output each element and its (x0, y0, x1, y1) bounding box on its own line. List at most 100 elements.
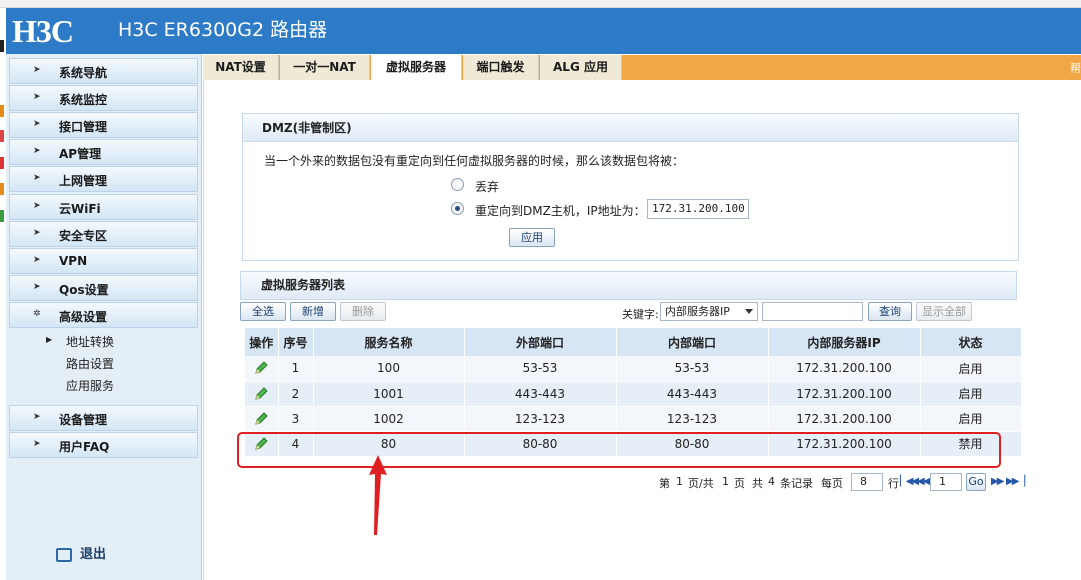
dmz-description: 当一个外来的数据包没有重定向到任何虚拟服务器的时候，那么该数据包将被： (264, 154, 685, 168)
tab-bar: NAT设置 一对一NAT 虚拟服务器 端口触发 ALG 应用 帮 (203, 55, 1081, 80)
arrow-icon: ➤ (33, 228, 41, 238)
dmz-ip-input[interactable]: 172.31.200.100 (647, 199, 749, 219)
go-button[interactable]: Go (966, 473, 986, 491)
redirect-radio[interactable] (451, 202, 464, 215)
sidebar: ➤ 系统导航 ➤ 系统监控 ➤ 接口管理 ➤ AP管理 ➤ 上网管理 ➤ 云Wi… (6, 54, 202, 580)
browser-strip (0, 0, 1081, 8)
edge-app-icon (0, 40, 4, 52)
sidebar-item-label: 高级设置 (59, 310, 108, 324)
select-all-button[interactable]: 全选 (240, 302, 286, 321)
pager-total-text: 页/共 (688, 477, 714, 490)
show-all-button[interactable]: 显示全部 (916, 302, 972, 321)
bullet-icon: ▶ (46, 335, 53, 344)
dropdown-arrow-icon (745, 309, 753, 314)
row-index: 3 (278, 406, 314, 432)
sidebar-item-faq[interactable]: ➤ 用户FAQ (9, 432, 198, 458)
arrow-icon: ➤ (33, 119, 41, 129)
dmz-panel-title: DMZ(非管制区) (243, 114, 1018, 142)
logout-button[interactable]: 退出 (56, 543, 106, 562)
sidebar-item-security[interactable]: ➤ 安全专区 (9, 221, 198, 247)
sidebar-item-qos[interactable]: ➤ Qos设置 (9, 275, 198, 301)
sidebar-item-system-nav[interactable]: ➤ 系统导航 (9, 58, 198, 84)
sidebar-item-vpn[interactable]: ➤ VPN (9, 248, 198, 274)
table-header-row: 操作 序号 服务名称 外部端口 内部端口 内部服务器IP 状态 (245, 328, 1022, 356)
logout-icon (56, 547, 72, 562)
pager-current-page: 1 (676, 475, 683, 488)
row-ip: 172.31.200.100 (768, 356, 921, 382)
arrow-icon: ➤ (33, 439, 41, 449)
row-status: 启用 (920, 356, 1022, 382)
edit-button[interactable] (245, 381, 279, 407)
expand-icon: ✲ (33, 309, 41, 319)
discard-radio[interactable] (451, 178, 464, 191)
edge-app-icon (0, 157, 4, 169)
sidebar-item-system-monitor[interactable]: ➤ 系统监控 (9, 85, 198, 111)
arrow-icon: ➤ (33, 65, 41, 75)
sidebar-item-internet[interactable]: ➤ 上网管理 (9, 166, 198, 192)
tab-alg[interactable]: ALG 应用 (540, 55, 622, 80)
arrow-icon: ➤ (33, 201, 41, 211)
row-index: 2 (278, 381, 314, 407)
row-name: 1001 (313, 381, 465, 407)
arrow-icon: ➤ (33, 173, 41, 183)
table-row: 3 1002 123-123 123-123 172.31.200.100 启用 (245, 406, 1022, 432)
subitem-label: 地址转换 (66, 335, 115, 349)
app-header: H3C H3C ER6300G2 路由器 (6, 8, 1081, 54)
row-status: 启用 (920, 406, 1022, 432)
subitem-nat[interactable]: ▶ 地址转换 (46, 333, 115, 350)
redirect-label: 重定向到DMZ主机，IP地址为： (475, 204, 646, 218)
sidebar-item-advanced[interactable]: ✲ 高级设置 (9, 302, 198, 328)
row-int-port: 123-123 (616, 406, 769, 432)
arrow-icon: ➤ (33, 255, 41, 265)
goto-page-input[interactable]: 1 (930, 473, 962, 491)
first-page-icon[interactable]: ▏◀◀ (900, 476, 919, 487)
pager-rows-label: 行 (888, 477, 899, 490)
col-header-status: 状态 (920, 328, 1022, 356)
search-button[interactable]: 查询 (868, 302, 912, 321)
tab-port-trigger[interactable]: 端口触发 (463, 55, 539, 80)
pencil-icon (255, 386, 268, 400)
edit-button[interactable] (245, 356, 279, 382)
subitem-label: 路由设置 (66, 357, 115, 371)
sidebar-item-label: 安全专区 (59, 229, 108, 243)
col-header-action: 操作 (245, 328, 279, 356)
row-ext-port: 443-443 (464, 381, 617, 407)
tab-one-to-one-nat[interactable]: 一对一NAT (280, 55, 370, 80)
keyword-label: 关键字: (622, 308, 659, 321)
apply-button[interactable]: 应用 (509, 228, 555, 247)
subitem-app-service[interactable]: 应用服务 (66, 377, 114, 394)
col-header-index: 序号 (278, 328, 314, 356)
help-link[interactable]: 帮 (1070, 60, 1081, 76)
delete-button[interactable]: 删除 (340, 302, 386, 321)
sidebar-item-ap[interactable]: ➤ AP管理 (9, 139, 198, 165)
next-page-icon[interactable]: ▶▶ (991, 476, 1004, 487)
tab-nat[interactable]: NAT设置 (203, 55, 279, 80)
sidebar-item-interface[interactable]: ➤ 接口管理 (9, 112, 198, 138)
row-name: 1002 (313, 406, 465, 432)
subitem-label: 应用服务 (66, 379, 115, 393)
arrow-icon: ➤ (33, 282, 41, 292)
add-button[interactable]: 新增 (290, 302, 336, 321)
sidebar-item-label: AP管理 (59, 147, 102, 161)
last-page-icon[interactable]: ▶▶▕ (1006, 476, 1025, 487)
keyword-select[interactable]: 内部服务器IP (660, 302, 758, 321)
pencil-icon (255, 361, 268, 374)
col-header-name: 服务名称 (313, 328, 465, 356)
sidebar-item-label: 接口管理 (59, 120, 108, 134)
subitem-routing[interactable]: 路由设置 (66, 355, 114, 372)
edit-button[interactable] (245, 406, 279, 432)
row-int-port: 53-53 (616, 356, 769, 382)
per-page-input[interactable]: 8 (851, 473, 883, 491)
sidebar-item-label: 系统监控 (59, 93, 108, 107)
sidebar-item-cloud-wifi[interactable]: ➤ 云WiFi (9, 194, 198, 220)
sidebar-item-label: Qos设置 (59, 283, 109, 297)
keyword-input[interactable] (762, 302, 863, 321)
discard-label: 丢弃 (475, 180, 500, 194)
prev-page-icon[interactable]: ◀◀ (917, 476, 930, 487)
row-ext-port: 53-53 (464, 356, 617, 382)
sidebar-item-device[interactable]: ➤ 设备管理 (9, 405, 198, 431)
tab-virtual-server[interactable]: 虚拟服务器 (371, 55, 462, 80)
dmz-panel: DMZ(非管制区) 当一个外来的数据包没有重定向到任何虚拟服务器的时候，那么该数… (242, 113, 1019, 261)
row-int-port: 443-443 (616, 381, 769, 407)
edge-app-icon (0, 130, 4, 142)
